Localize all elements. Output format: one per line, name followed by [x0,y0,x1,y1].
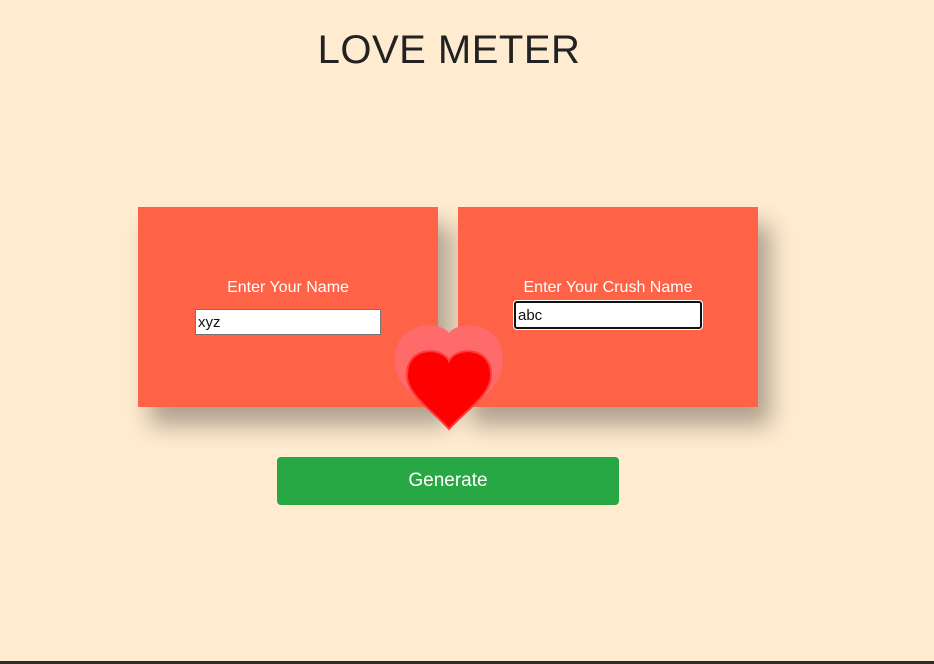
crush-name-input[interactable] [514,301,702,329]
your-name-label: Enter Your Name [227,279,349,296]
crush-name-label: Enter Your Crush Name [523,279,693,296]
heart-icon [393,323,505,433]
your-name-input[interactable] [195,309,381,335]
generate-button[interactable]: Generate [277,457,619,505]
heart-shape [405,350,493,431]
page-title: LOVE METER [317,28,581,72]
